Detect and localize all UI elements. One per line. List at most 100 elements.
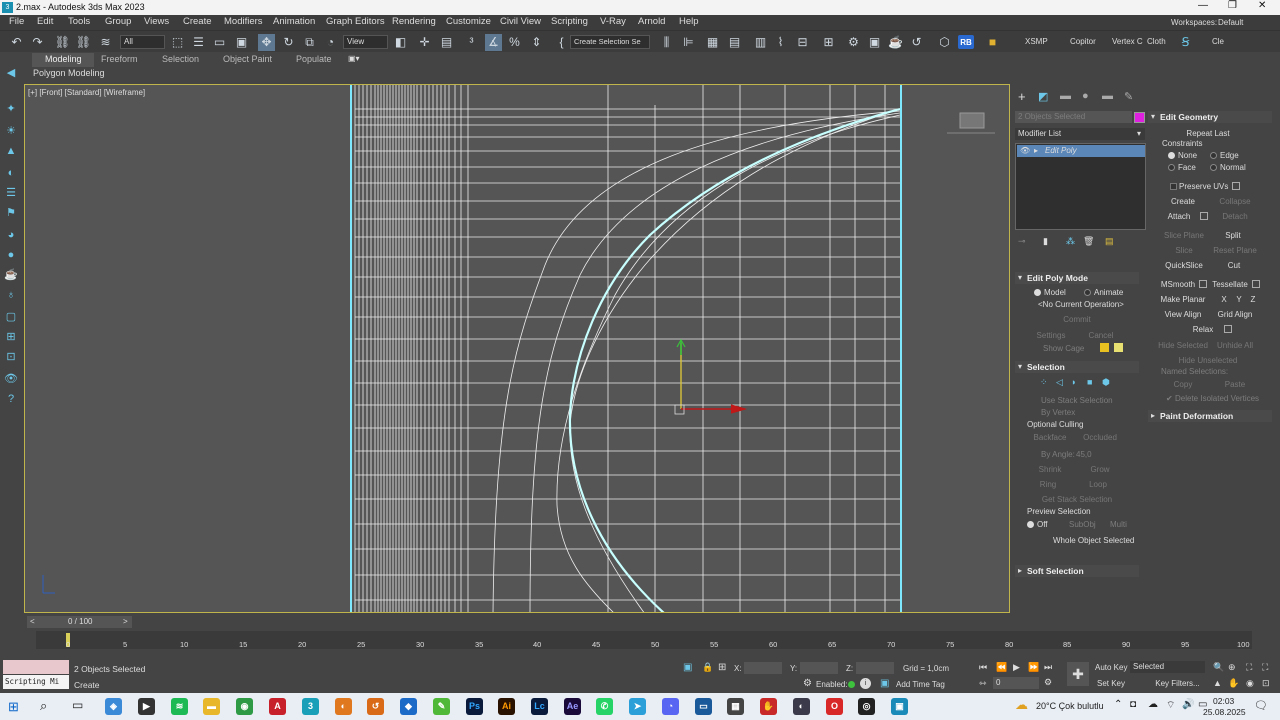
view-align-button[interactable]: View Align	[1160, 309, 1206, 320]
rotate-icon[interactable]: ↻	[280, 34, 297, 51]
angle-snap-icon[interactable]: ∡	[485, 34, 502, 51]
menu-tools[interactable]: Tools	[68, 16, 90, 27]
menu-file[interactable]: File	[9, 16, 24, 27]
hide-selected-button[interactable]: Hide Selected	[1158, 340, 1208, 351]
illustrator-icon[interactable]: Ai	[498, 698, 515, 715]
tessellate-button[interactable]: Tessellate	[1210, 279, 1250, 290]
strip-eye-icon[interactable]: 👁	[4, 372, 18, 386]
windows-start-icon[interactable]: ⊞	[8, 699, 19, 715]
window-crossing-icon[interactable]: ▣	[233, 34, 250, 51]
menu-create[interactable]: Create	[183, 16, 212, 27]
cage-color-2[interactable]	[1114, 343, 1123, 352]
quickslice-button[interactable]: QuickSlice	[1162, 260, 1206, 271]
remove-modifier-icon[interactable]: 🗑	[1083, 236, 1094, 247]
zoom-extents-icon[interactable]: ⛶	[1246, 662, 1252, 673]
reference-coord-dropdown[interactable]: View	[343, 35, 388, 49]
strip-list-icon[interactable]: ☰	[4, 186, 18, 200]
render-iterative-icon[interactable]: ↺	[908, 34, 925, 51]
task-view-icon[interactable]: ▭	[72, 698, 83, 712]
modify-tab-icon[interactable]: ◩	[1038, 90, 1048, 103]
soft-selection-header[interactable]: Soft Selection	[1015, 565, 1139, 577]
render-production-icon[interactable]: ☕	[887, 34, 904, 51]
edge-mode-icon[interactable]: ◁	[1056, 377, 1063, 388]
autocad-icon[interactable]: A	[269, 698, 286, 715]
get-stack-selection-button[interactable]: Get Stack Selection	[1032, 494, 1122, 505]
photoshop-icon[interactable]: Ps	[466, 698, 483, 715]
ribbon-sub-label[interactable]: Polygon Modeling	[33, 68, 105, 78]
zoom-icon[interactable]: 🔍	[1213, 662, 1224, 673]
select-object-icon[interactable]: ⬚	[169, 34, 186, 51]
menu-vray[interactable]: V-Ray	[600, 16, 626, 27]
strip-box-icon[interactable]: ▢	[4, 310, 18, 324]
loop-button[interactable]: Loop	[1078, 479, 1118, 490]
media-player-icon[interactable]: ▶	[138, 698, 155, 715]
keyboard-shortcut-icon[interactable]: ▤	[438, 34, 455, 51]
schematic-view-icon[interactable]: ⊟	[794, 34, 811, 51]
front-viewport[interactable]: [+] [Front] [Standard] [Wireframe]	[24, 84, 1010, 613]
split-button[interactable]: Split	[1218, 230, 1248, 241]
key-filters-button[interactable]: Key Filters...	[1150, 678, 1205, 689]
vertex-mode-icon[interactable]: ⁘	[1040, 377, 1048, 388]
unlink-icon[interactable]: ⛓	[75, 34, 92, 51]
cloth-button[interactable]: Cloth	[1147, 37, 1166, 46]
time-slider[interactable]: < 0 / 100 >	[27, 616, 132, 628]
pin-stack-icon[interactable]: ⊸	[1018, 236, 1026, 247]
menu-views[interactable]: Views	[144, 16, 169, 27]
create-button[interactable]: Create	[1162, 196, 1204, 207]
key-mode-icon[interactable]: ⇿	[979, 678, 987, 689]
selection-set-dropdown[interactable]: Create Selection Se	[570, 35, 650, 49]
detach-button[interactable]: Detach	[1214, 211, 1256, 222]
grid-align-button[interactable]: Grid Align	[1212, 309, 1258, 320]
edit-poly-mode-header[interactable]: Edit Poly Mode	[1015, 272, 1139, 284]
app-globe-icon[interactable]: ◎	[858, 698, 875, 715]
redo-icon[interactable]: ↷	[29, 34, 46, 51]
menu-arnold[interactable]: Arnold	[638, 16, 665, 27]
motion-tab-icon[interactable]: ●	[1082, 90, 1089, 102]
time-slider-prev[interactable]: <	[30, 617, 35, 626]
zoom-extents-all-icon[interactable]: ⛶	[1262, 662, 1268, 673]
repeat-last-button[interactable]: Repeat Last	[1168, 128, 1248, 139]
model-radio[interactable]	[1034, 289, 1041, 296]
ring-button[interactable]: Ring	[1028, 479, 1068, 490]
zoom-all-icon[interactable]: ⊕	[1228, 662, 1236, 673]
polygon-mode-icon[interactable]: ■	[1087, 377, 1092, 387]
selection-header[interactable]: Selection	[1015, 361, 1139, 373]
app-orange-icon[interactable]: ↺	[367, 698, 384, 715]
slice-button[interactable]: Slice	[1162, 245, 1206, 256]
preserve-uvs-settings-icon[interactable]	[1232, 182, 1240, 190]
remote-desktop-icon[interactable]: ▭	[695, 698, 712, 715]
wifi-icon[interactable]: ⌔	[1166, 699, 1175, 712]
element-mode-icon[interactable]: ⬢	[1102, 377, 1110, 388]
whatsapp-icon[interactable]: ✆	[596, 698, 613, 715]
time-slider-next[interactable]: >	[123, 617, 128, 626]
maxscript-listener-pink[interactable]	[3, 660, 69, 674]
expand-icon[interactable]: ▸	[1034, 146, 1038, 155]
eye-icon[interactable]: 👁	[1020, 146, 1030, 155]
app-dark-icon[interactable]: ◐	[793, 698, 810, 715]
copilot-icon[interactable]: ◈	[105, 698, 122, 715]
lightroom-icon[interactable]: Lc	[531, 698, 548, 715]
time-config-icon[interactable]: ▣	[880, 678, 889, 689]
go-to-end-icon[interactable]: ⏭	[1044, 662, 1052, 673]
select-by-name-icon[interactable]: ☰	[190, 34, 207, 51]
shrink-button[interactable]: Shrink	[1030, 464, 1070, 475]
hide-unselected-button[interactable]: Hide Unselected	[1178, 355, 1238, 366]
percent-snap-icon[interactable]: %	[506, 34, 523, 51]
plugin-icon[interactable]: ■	[984, 34, 1001, 51]
link-icon[interactable]: ⛓	[54, 34, 71, 51]
edit-geometry-header[interactable]: Edit Geometry	[1148, 111, 1272, 123]
y-coord-field[interactable]	[800, 662, 838, 674]
settings-button[interactable]: Settings	[1026, 330, 1076, 341]
configure-sets-icon[interactable]: ▤	[1105, 236, 1114, 247]
placement-icon[interactable]: ◔	[322, 34, 339, 51]
isolate-icon[interactable]: ▣	[683, 662, 692, 673]
modifier-list-dropdown[interactable]: Modifier List ▾	[1015, 128, 1145, 140]
set-key-button[interactable]: Set Key	[1095, 678, 1127, 689]
strip-cycle-icon[interactable]: ◕	[4, 228, 18, 242]
paint-deformation-header[interactable]: Paint Deformation	[1148, 410, 1272, 422]
reset-plane-button[interactable]: Reset Plane	[1212, 245, 1258, 256]
occluded-button[interactable]: Occluded	[1080, 432, 1120, 443]
go-to-start-icon[interactable]: ⏮	[979, 662, 987, 673]
scene-explorer-icon[interactable]: ▦	[704, 34, 721, 51]
menu-group[interactable]: Group	[105, 16, 131, 27]
